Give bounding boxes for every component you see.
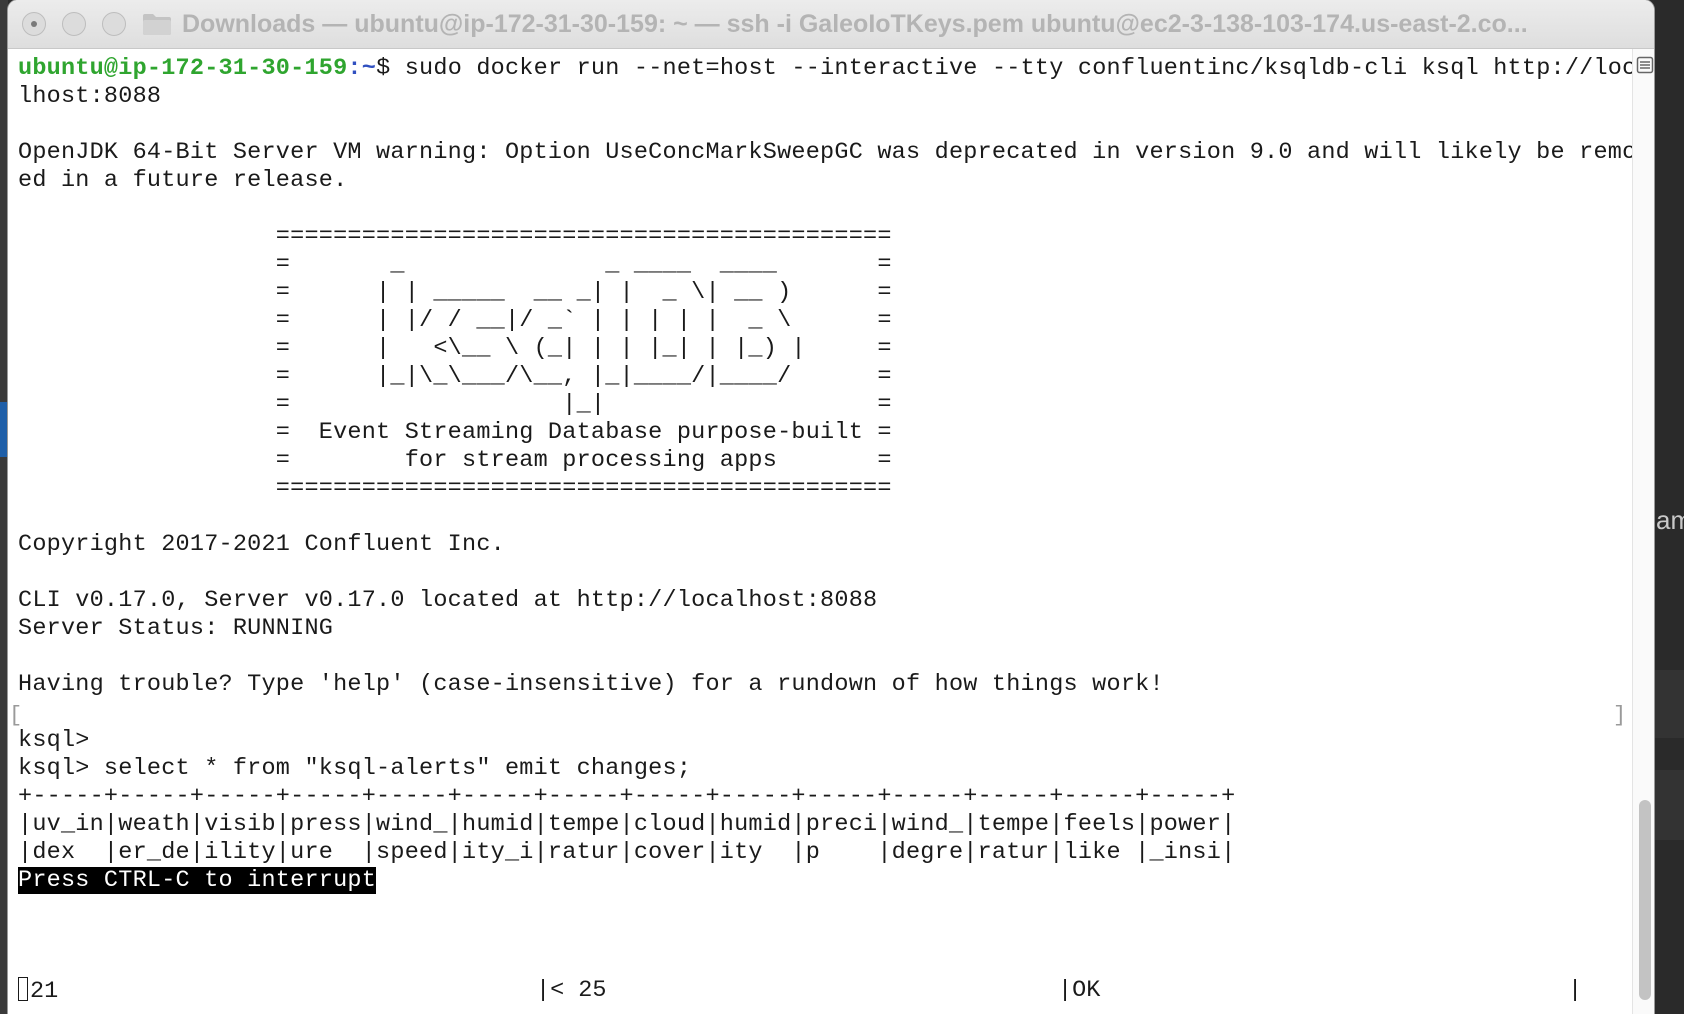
interrupt-line: Press CTRL-C to interrupt: [18, 867, 1651, 895]
background-desktop-left: [0, 0, 8, 1014]
split-pane-icon[interactable]: [1636, 56, 1654, 74]
prompt-user: ubuntu@ip-172-31-30-159: [18, 55, 348, 82]
warning-line-wrap: ed in a future release.: [18, 167, 348, 194]
wrap-marker-left: [: [9, 703, 23, 728]
scrollbar-thumb[interactable]: [1639, 800, 1651, 1000]
command-text: sudo docker run --net=host --interactive…: [390, 55, 1651, 82]
prompt-symbol: $: [376, 55, 391, 82]
status-bar-left: 21: [18, 977, 58, 1005]
status-bar-end: |: [1568, 977, 1583, 1004]
background-desktop-right: am: [1654, 0, 1684, 1014]
banner-line: = | |/ / __|/ _` | | | | | _ \ =: [18, 307, 892, 334]
folder-icon: [143, 14, 171, 35]
terminal-window: Downloads — ubuntu@ip-172-31-30-159: ~ —…: [8, 0, 1654, 1014]
status-bar-right: |OK: [1058, 977, 1101, 1004]
terminal-output: ubuntu@ip-172-31-30-159:~$ sudo docker r…: [18, 55, 1651, 895]
minimize-window-button[interactable]: [62, 12, 86, 36]
banner-line: = | <\__ \ (_| | | |_| | |_) | =: [18, 335, 892, 362]
command-line: ubuntu@ip-172-31-30-159:~$ sudo docker r…: [18, 55, 1651, 83]
interrupt-notice: Press CTRL-C to interrupt: [18, 867, 377, 894]
ksql-query-line: ksql> select * from "ksql-alerts" emit c…: [18, 755, 692, 782]
title-bar[interactable]: Downloads — ubuntu@ip-172-31-30-159: ~ —…: [8, 0, 1654, 49]
table-header-row: |dex |er_de|ility|ure |speed|ity_i|ratur…: [18, 839, 1236, 866]
background-text-fragment: am: [1656, 505, 1684, 535]
banner-line: ========================================…: [18, 475, 892, 502]
command-line-wrap: lhost:8088: [18, 83, 162, 110]
banner-line: = _ _ ____ ____ =: [18, 251, 892, 278]
status-bar-center: |< 25: [536, 977, 607, 1004]
banner-line: = for stream processing apps =: [18, 447, 892, 474]
copyright-line: Copyright 2017-2021 Confluent Inc.: [18, 531, 505, 558]
warning-line: OpenJDK 64-Bit Server VM warning: Option…: [18, 139, 1651, 166]
background-band: [1654, 670, 1684, 738]
background-band: [1654, 770, 1684, 840]
window-title: Downloads — ubuntu@ip-172-31-30-159: ~ —…: [182, 10, 1528, 38]
server-status-line: Server Status: RUNNING: [18, 615, 334, 642]
banner-line: = Event Streaming Database purpose-built…: [18, 419, 892, 446]
cursor: [18, 977, 28, 1001]
banner-line: = |_| =: [18, 391, 892, 418]
status-row-count: 21: [30, 978, 59, 1005]
ksql-prompt-line: ksql>: [18, 727, 90, 754]
help-line: Having trouble? Type 'help' (case-insens…: [18, 671, 1164, 698]
banner-line: ========================================…: [18, 223, 892, 250]
wrap-marker-right: ]: [1613, 703, 1627, 728]
zoom-window-button[interactable]: [102, 12, 126, 36]
prompt-path: :~: [347, 55, 377, 82]
banner-line: = |_|\_\___/\__, |_|____/|____/ =: [18, 363, 892, 390]
version-line: CLI v0.17.0, Server v0.17.0 located at h…: [18, 587, 878, 614]
banner-line: = | | _____ __ _| | _ \| __ ) =: [18, 279, 892, 306]
background-highlight: [0, 402, 8, 457]
terminal-content[interactable]: ubuntu@ip-172-31-30-159:~$ sudo docker r…: [8, 49, 1651, 1014]
table-header-row: |uv_in|weath|visib|press|wind_|humid|tem…: [18, 811, 1236, 838]
table-border-line: +-----+-----+-----+-----+-----+-----+---…: [18, 783, 1236, 810]
close-window-button[interactable]: [22, 12, 46, 36]
